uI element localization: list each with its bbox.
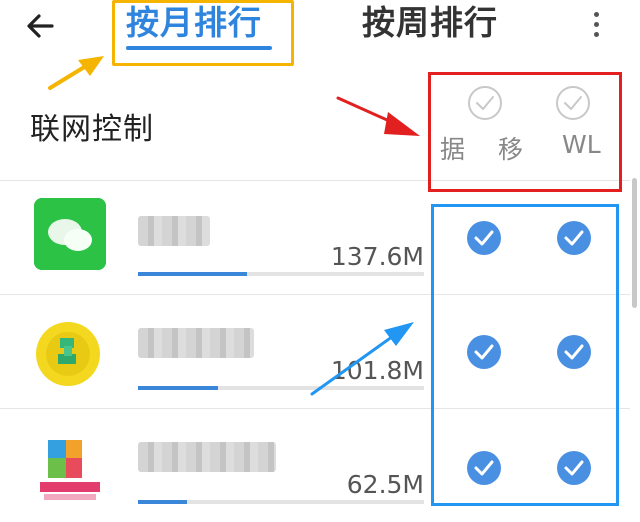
more-vertical-icon xyxy=(593,11,599,17)
wechat-app-icon xyxy=(34,198,106,270)
usage-bar xyxy=(138,272,424,276)
scrollbar[interactable] xyxy=(632,178,637,308)
qq-music-app-icon xyxy=(34,318,106,390)
annotation-box-red xyxy=(428,72,622,192)
usage-bar-fill xyxy=(138,500,187,504)
app-name-blurred xyxy=(138,442,276,472)
browser-app-icon xyxy=(34,434,106,506)
tab-weekly-ranking[interactable]: 按周排行 xyxy=(362,0,498,52)
usage-bar-fill xyxy=(138,272,247,276)
back-button[interactable] xyxy=(18,4,62,48)
usage-bar xyxy=(138,500,424,504)
annotation-box-yellow xyxy=(112,0,294,66)
app-name-blurred xyxy=(138,216,210,246)
annotation-arrow-red-icon xyxy=(336,96,420,136)
section-title: 联网控制 xyxy=(30,112,154,147)
app-data-usage: 101.8M xyxy=(330,356,424,385)
app-data-usage: 62.5M xyxy=(346,470,424,499)
app-name-blurred xyxy=(138,328,254,358)
annotation-arrow-yellow-icon xyxy=(48,56,104,90)
annotation-box-blue xyxy=(431,204,619,506)
top-bar: 按月排行 按周排行 xyxy=(0,0,640,60)
usage-bar-fill xyxy=(138,386,219,390)
usage-bar xyxy=(138,386,424,390)
more-options-button[interactable] xyxy=(584,6,608,42)
app-data-usage: 137.6M xyxy=(330,242,424,271)
arrow-left-icon xyxy=(27,14,54,38)
